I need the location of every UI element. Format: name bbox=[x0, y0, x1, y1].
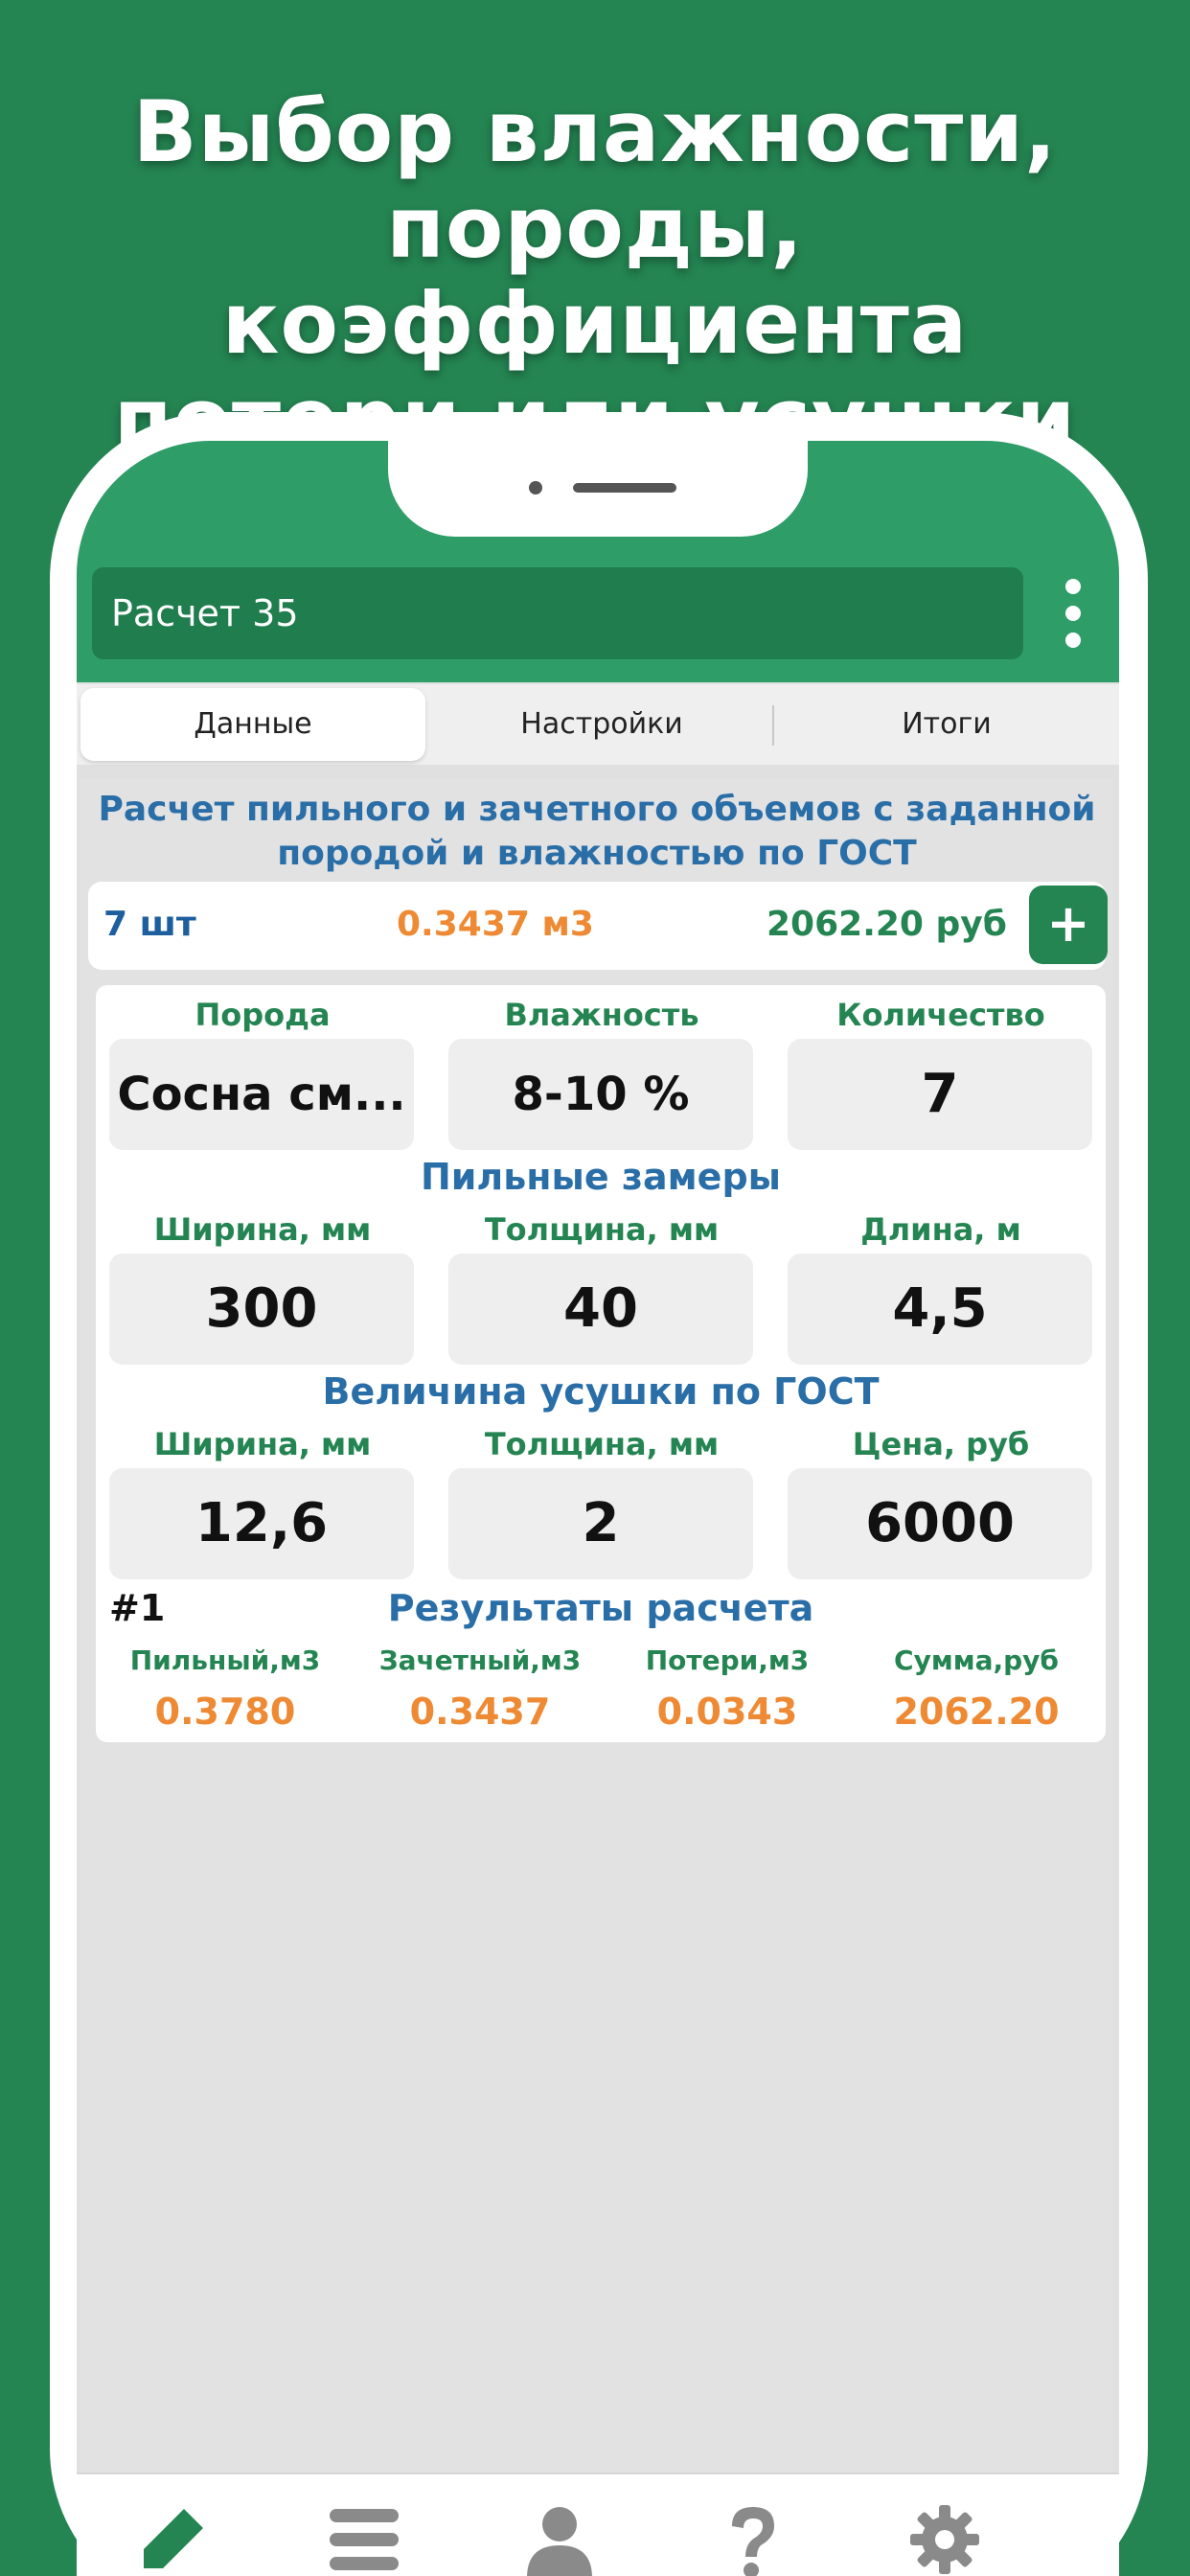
main-content: Расчет пильного и зачетного объемов с за… bbox=[80, 778, 1113, 2474]
result-sum-value: 2062.20 bbox=[893, 1690, 1060, 1733]
result-saw-label: Пильный,м3 bbox=[129, 1644, 321, 1676]
price-label: Цена, руб bbox=[852, 1426, 1030, 1462]
results-title: Результаты расчета bbox=[387, 1587, 814, 1629]
promo-line-2: породы, коэффициента bbox=[221, 178, 969, 373]
summary-bar: 7 шт 0.3437 м3 2062.20 руб + bbox=[88, 882, 1108, 970]
tab-settings[interactable]: Настройки bbox=[429, 688, 774, 761]
speaker-bar bbox=[573, 483, 676, 493]
tab-data[interactable]: Данные bbox=[80, 688, 425, 761]
price-input[interactable]: 6000 bbox=[788, 1468, 1092, 1579]
gear-icon[interactable] bbox=[906, 2501, 983, 2576]
saw-width-label: Ширина, мм bbox=[153, 1211, 372, 1248]
bottom-nav bbox=[77, 2472, 1119, 2576]
summary-sum: 2062.20 руб bbox=[767, 905, 1007, 944]
tab-bar: Данные Настройки Итоги bbox=[77, 684, 1119, 765]
list-icon[interactable] bbox=[326, 2501, 402, 2576]
calculation-heading: Расчет пильного и зачетного объемов с за… bbox=[98, 790, 1096, 873]
tab-totals[interactable]: Итоги bbox=[774, 688, 1119, 761]
calculation-title-field[interactable]: Расчет 35 bbox=[92, 567, 1023, 659]
add-button[interactable]: + bbox=[1029, 886, 1108, 964]
summary-volume: 0.3437 м3 bbox=[397, 905, 594, 944]
pencil-icon[interactable] bbox=[134, 2501, 211, 2576]
result-loss-label: Потери,м3 bbox=[645, 1644, 810, 1676]
shrink-thickness-input[interactable]: 2 bbox=[448, 1468, 753, 1579]
saw-thickness-input[interactable]: 40 bbox=[448, 1254, 753, 1365]
result-credit-label: Зачетный,м3 bbox=[378, 1644, 582, 1676]
camera-dot bbox=[529, 481, 542, 494]
user-icon[interactable] bbox=[521, 2501, 598, 2576]
humidity-label: Влажность bbox=[504, 997, 699, 1033]
shrink-width-label: Ширина, мм bbox=[153, 1426, 372, 1462]
quantity-input[interactable]: 7 bbox=[788, 1039, 1092, 1150]
shrink-width-input[interactable]: 12,6 bbox=[109, 1468, 414, 1579]
shrinkage-title: Величина усушки по ГОСТ bbox=[322, 1370, 880, 1413]
saw-measurements-title: Пильные замеры bbox=[420, 1156, 782, 1198]
summary-count: 7 шт bbox=[103, 905, 196, 944]
quantity-label: Количество bbox=[836, 997, 1045, 1033]
result-loss-value: 0.0343 bbox=[656, 1690, 798, 1733]
input-card: Порода Влажность Количество Сосна см... … bbox=[96, 985, 1106, 1742]
promo-title: Выбор влажности, породы, коэффициента по… bbox=[0, 84, 1190, 468]
more-menu-icon[interactable] bbox=[1054, 579, 1092, 648]
promo-line-1: Выбор влажности, bbox=[132, 82, 1058, 181]
app-header: Расчет 35 bbox=[77, 441, 1119, 682]
breed-label: Порода bbox=[195, 997, 331, 1033]
result-sum-label: Сумма,руб bbox=[894, 1644, 1059, 1676]
app-screen: Расчет 35 Данные Настройки Итоги Расчет … bbox=[77, 441, 1119, 2576]
breed-select[interactable]: Сосна см... bbox=[109, 1039, 414, 1150]
saw-width-input[interactable]: 300 bbox=[109, 1254, 414, 1365]
saw-length-input[interactable]: 4,5 bbox=[788, 1254, 1092, 1365]
question-icon[interactable] bbox=[715, 2501, 791, 2576]
humidity-select[interactable]: 8-10 % bbox=[448, 1039, 753, 1150]
result-saw-value: 0.3780 bbox=[154, 1690, 296, 1733]
saw-thickness-label: Толщина, мм bbox=[484, 1211, 720, 1248]
saw-length-label: Длина, м bbox=[860, 1211, 1021, 1248]
shrink-thickness-label: Толщина, мм bbox=[484, 1426, 720, 1462]
result-credit-value: 0.3437 bbox=[409, 1690, 551, 1733]
